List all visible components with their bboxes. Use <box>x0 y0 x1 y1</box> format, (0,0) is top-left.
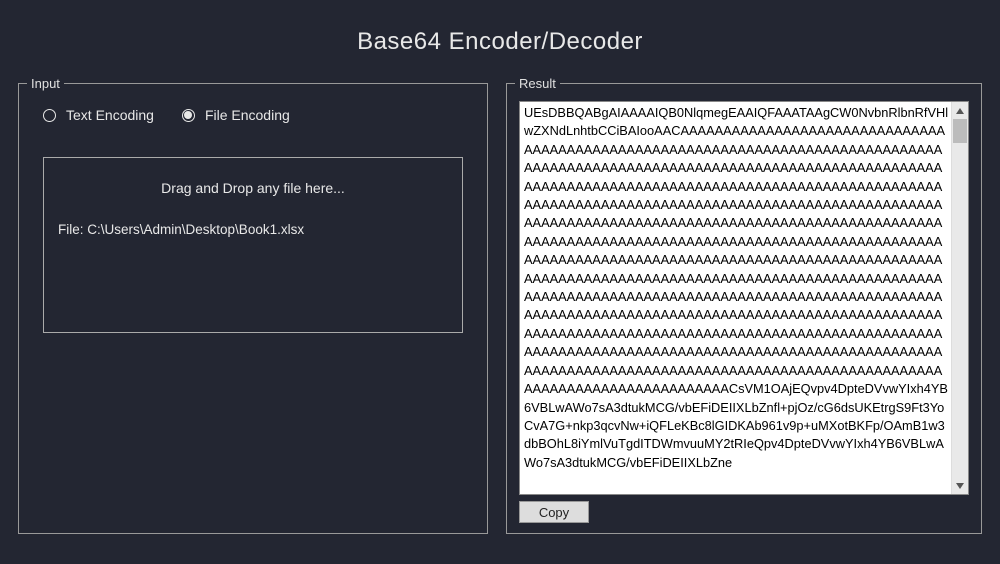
scrollbar-vertical[interactable] <box>951 102 968 494</box>
radio-dot-icon <box>43 109 56 122</box>
radio-text-encoding-label: Text Encoding <box>66 107 154 123</box>
radio-dot-icon <box>182 109 195 122</box>
scroll-up-arrow-icon[interactable] <box>952 102 968 119</box>
scrollbar-thumb[interactable] <box>953 119 967 143</box>
radio-text-encoding[interactable]: Text Encoding <box>43 107 154 123</box>
dropzone-instruction: Drag and Drop any file here... <box>54 180 452 196</box>
file-dropzone[interactable]: Drag and Drop any file here... File: C:\… <box>43 157 463 333</box>
result-panel: Result UEsDBBQABgAIAAAAIQB0NlqmegEAAIQFA… <box>506 76 982 534</box>
input-panel: Input Text Encoding File Encoding Drag a… <box>18 76 488 534</box>
dropzone-file-path: File: C:\Users\Admin\Desktop\Book1.xlsx <box>54 222 452 237</box>
input-legend: Input <box>27 76 64 91</box>
copy-button[interactable]: Copy <box>519 501 589 523</box>
scroll-down-arrow-icon[interactable] <box>952 477 968 494</box>
result-legend: Result <box>515 76 560 91</box>
radio-file-encoding[interactable]: File Encoding <box>182 107 290 123</box>
file-path-value: C:\Users\Admin\Desktop\Book1.xlsx <box>87 222 304 237</box>
file-prefix: File: <box>58 222 87 237</box>
radio-file-encoding-label: File Encoding <box>205 107 290 123</box>
page-title: Base64 Encoder/Decoder <box>0 0 1000 76</box>
encoding-mode-radios: Text Encoding File Encoding <box>19 91 487 141</box>
result-textbox[interactable]: UEsDBBQABgAIAAAAIQB0NlqmegEAAIQFAAATAAgC… <box>519 101 969 495</box>
result-text-content[interactable]: UEsDBBQABgAIAAAAIQB0NlqmegEAAIQFAAATAAgC… <box>520 102 951 494</box>
